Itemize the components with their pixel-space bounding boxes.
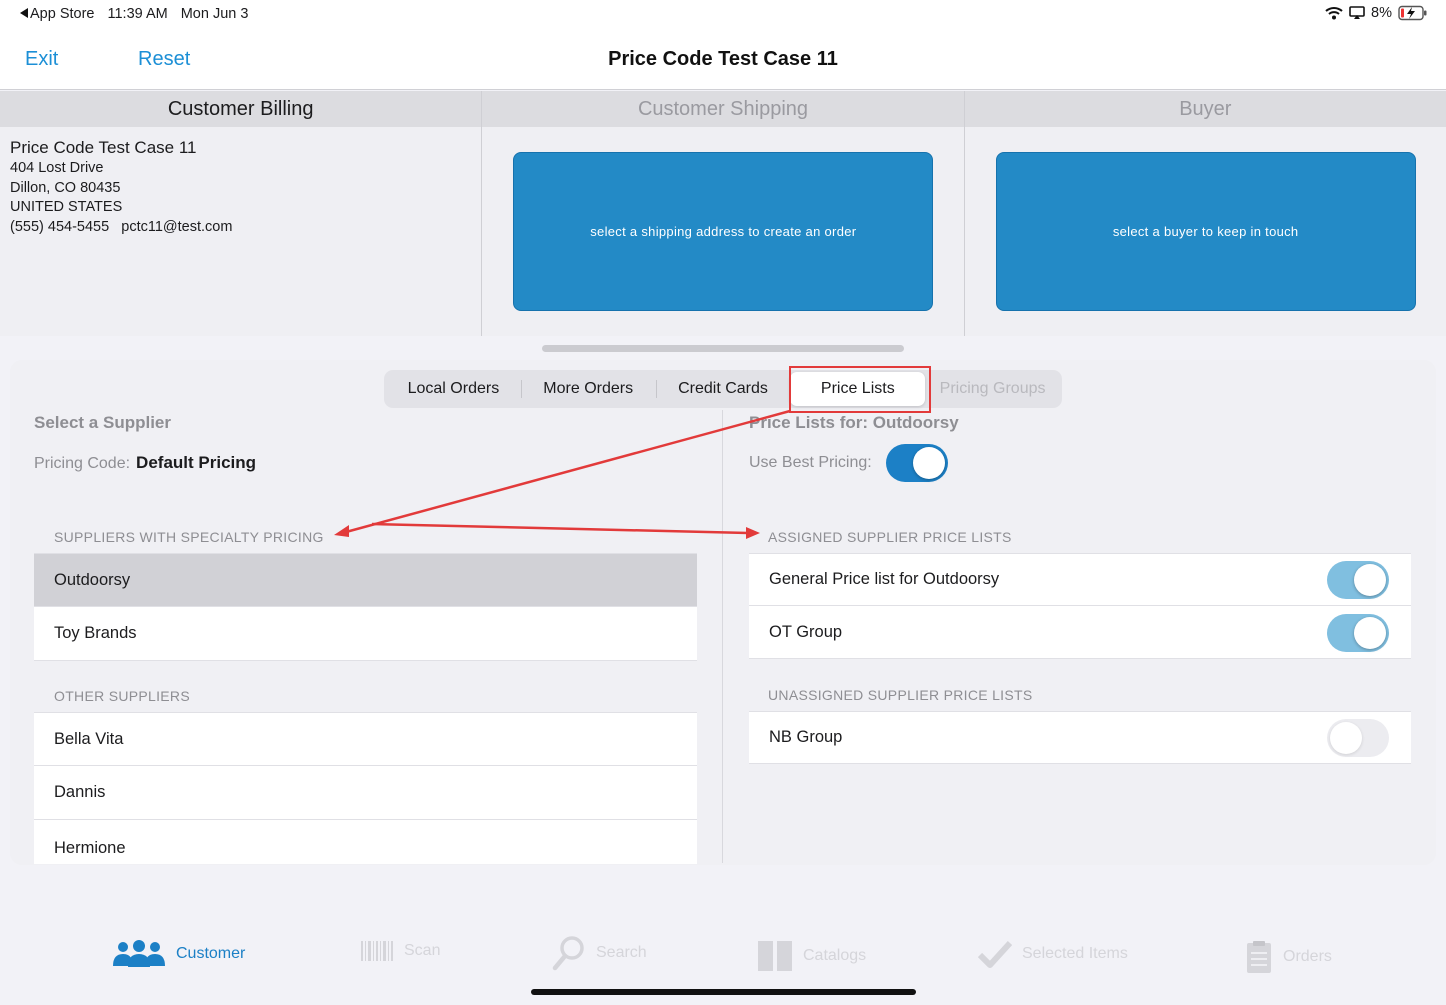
select-buyer-button[interactable]: select a buyer to keep in touch [995,152,1416,311]
billing-country: UNITED STATES [10,199,123,215]
supplier-row-outdoorsy[interactable]: Outdoorsy [34,553,697,607]
supplier-row-dannis[interactable]: Dannis [34,766,697,820]
status-time: 11:39 AM [107,6,168,22]
price-list-name: General Price list for Outdoorsy [769,570,1000,588]
screen-mirroring-icon [1349,6,1365,19]
tab-more-orders[interactable]: More Orders [520,372,656,406]
tab-catalogs[interactable]: Catalogs [757,940,866,972]
supplier-row-bella-vita[interactable]: Bella Vita [34,712,697,766]
customer-billing-header[interactable]: Customer Billing [0,91,482,127]
toggle-knob [1354,617,1386,649]
price-list-name: OT Group [769,622,843,641]
back-to-app-link[interactable]: App Store [20,6,95,22]
status-bar: App Store 11:39 AM Mon Jun 3 8% [0,0,1446,28]
toggle-knob [913,447,945,479]
tab-label: Selected Items [1022,945,1128,962]
pricing-code: Pricing Code: Default Pricing [34,453,256,473]
home-indicator[interactable] [531,989,916,995]
tab-search[interactable]: Search [552,935,647,971]
specialty-suppliers-header: SUPPLIERS WITH SPECIALTY PRICING [54,529,324,545]
billing-street: 404 Lost Drive [10,160,104,176]
pricing-code-label: Pricing Code: [34,455,131,472]
billing-city: Dillon, CO 80435 [10,179,121,196]
buyer-panel: Buyer select a buyer to keep in touch [964,91,1446,336]
drag-handle[interactable] [542,345,904,352]
billing-contact: (555) 454-5455 pctc11@test.com [10,218,471,238]
checkmark-icon [978,940,1012,968]
people-icon [113,940,165,967]
tab-label: Orders [1283,948,1332,965]
assigned-price-lists-header: ASSIGNED SUPPLIER PRICE LISTS [768,529,1012,545]
price-list-row-nb-group[interactable]: NB Group [749,711,1411,764]
tab-label: Scan [404,942,441,959]
column-divider [722,410,723,863]
price-list-row-ot-group[interactable]: OT Group [749,606,1411,659]
back-arrow-icon [20,8,28,18]
use-best-pricing-toggle[interactable] [886,444,948,482]
customer-panels: Customer Billing Price Code Test Case 11… [0,91,1446,336]
annotation-highlight-box [789,366,931,413]
customer-shipping-panel: Customer Shipping select a shipping addr… [482,91,965,336]
toggle-knob [1330,722,1362,754]
price-list-toggle-ot-group[interactable] [1327,614,1389,652]
use-best-pricing-label: Use Best Pricing: [749,454,872,471]
billing-email: pctc11@test.com [121,218,233,235]
tab-customer[interactable]: Customer [112,940,245,968]
select-supplier-title: Select a Supplier [34,413,171,432]
battery-percent: 8% [1371,5,1392,21]
tab-local-orders[interactable]: Local Orders [386,372,521,406]
battery-charging-icon [1398,5,1427,21]
toggle-knob [1354,564,1386,596]
tab-orders[interactable]: Orders [1245,940,1332,974]
billing-phone: (555) 454-5455 [10,218,110,235]
book-icon [758,941,792,971]
price-list-row-general[interactable]: General Price list for Outdoorsy [749,553,1411,606]
customer-shipping-header[interactable]: Customer Shipping [482,91,964,127]
tab-label: Customer [176,945,246,962]
price-lists-for-title: Price Lists for: Outdoorsy [749,413,959,432]
tab-pricing-groups: Pricing Groups [939,380,1046,397]
buyer-header[interactable]: Buyer [964,91,1446,127]
tab-scan[interactable]: Scan [360,940,440,962]
section-segmented-control: Local Orders More Orders Credit Cards Pr… [384,370,1062,408]
tab-selected-items[interactable]: Selected Items [978,940,1128,968]
price-list-toggle-general[interactable] [1327,561,1389,599]
page-title: Price Code Test Case 11 [608,48,838,70]
tab-label: Search [596,944,647,961]
navigation-bar: Exit Reset Price Code Test Case 11 [0,28,1446,90]
unassigned-price-lists-header: UNASSIGNED SUPPLIER PRICE LISTS [768,687,1033,703]
barcode-icon [361,941,393,961]
tab-label: Catalogs [803,947,867,964]
billing-address: Price Code Test Case 11 404 Lost Drive D… [0,127,481,247]
wifi-icon [1325,7,1343,20]
magnifier-icon [552,936,584,971]
supplier-row-hermione[interactable]: Hermione [34,820,697,864]
price-list-toggle-nb-group[interactable] [1327,719,1389,757]
other-suppliers-header: OTHER SUPPLIERS [54,688,190,704]
clipboard-icon [1247,941,1271,973]
price-list-name: NB Group [769,728,843,746]
billing-name: Price Code Test Case 11 [10,138,197,157]
select-shipping-address-button[interactable]: select a shipping address to create an o… [513,152,934,311]
status-date: Mon Jun 3 [180,6,249,22]
back-app-label: App Store [30,6,95,22]
tab-credit-cards[interactable]: Credit Cards [655,372,791,406]
supplier-row-toy-brands[interactable]: Toy Brands [34,607,697,661]
pricing-code-value: Default Pricing [136,453,257,472]
customer-billing-panel: Customer Billing Price Code Test Case 11… [0,91,483,336]
